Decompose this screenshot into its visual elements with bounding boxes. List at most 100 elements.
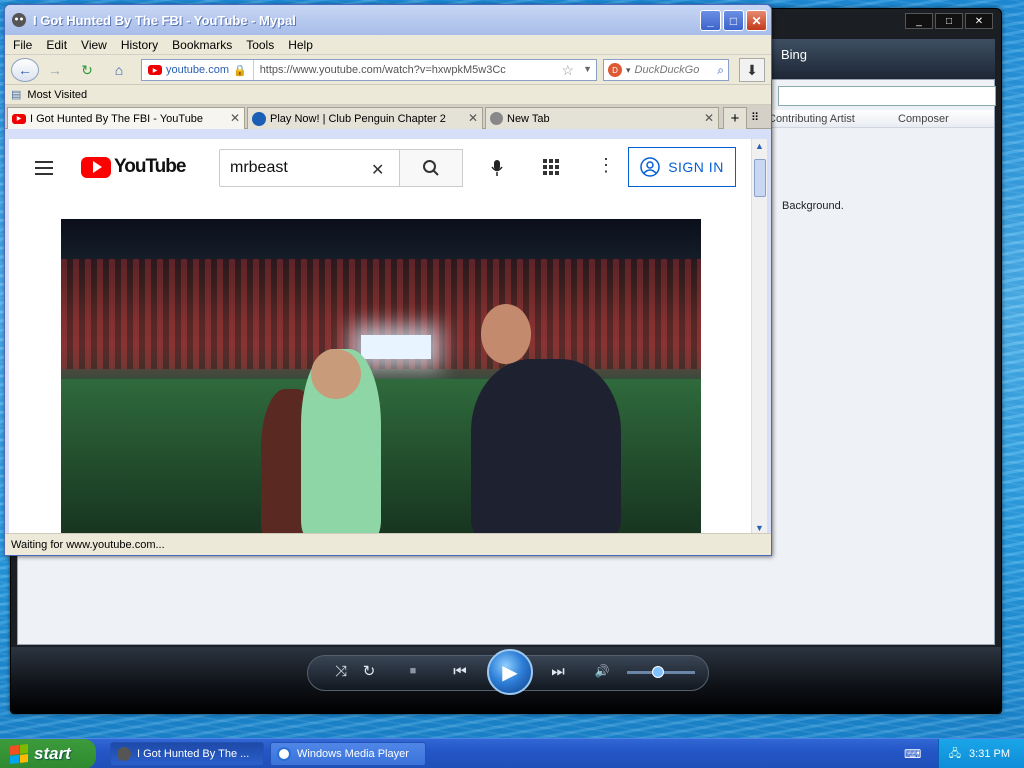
youtube-favicon-icon: ▶ [148,65,162,75]
forward-arrow-icon[interactable]: → [43,58,67,82]
youtube-search-button[interactable] [399,149,463,187]
stadium-screen [361,335,431,359]
microphone-icon[interactable] [482,153,512,183]
tab-new-tab[interactable]: New Tab ✕ [485,107,719,129]
youtube-favicon-icon: ▶ [12,113,26,124]
wmp-search-input[interactable] [778,86,996,106]
duckduckgo-icon[interactable]: D [608,63,622,77]
account-icon [640,157,660,177]
taskbar-item-browser[interactable]: I Got Hunted By The ... [110,742,264,766]
tab-club-penguin[interactable]: Play Now! | Club Penguin Chapter 2 ✕ [247,107,483,129]
apps-grid-icon[interactable] [543,159,559,175]
home-icon[interactable]: ⌂ [107,58,131,82]
stop-icon[interactable]: ■ [401,659,425,683]
window-title: I Got Hunted By The FBI - YouTube - Mypa… [33,12,296,28]
url-text[interactable]: https://www.youtube.com/watch?v=hxwpkM5w… [260,64,506,76]
clock[interactable]: 3:31 PM [969,748,1010,760]
windows-logo-icon [10,744,28,764]
menu-view[interactable]: View [81,38,107,52]
youtube-header: YouTube mrbeast ✕ ⋮ SIGN IN [9,139,753,197]
start-label: start [34,744,71,763]
tab-list-icon[interactable]: ⠿ [751,111,759,124]
globe-favicon-icon [490,112,503,125]
menu-edit[interactable]: Edit [46,38,67,52]
status-bar: Waiting for www.youtube.com... [5,533,771,555]
wmp-info-text: Background. [782,200,844,212]
column-composer[interactable]: Composer [898,113,949,125]
menu-file[interactable]: File [13,38,32,52]
scrollbar-thumb[interactable] [754,159,766,197]
wmp-close-button[interactable]: ✕ [965,13,993,29]
menu-tools[interactable]: Tools [246,38,274,52]
media-player-icon [277,747,291,761]
vertical-scrollbar[interactable]: ▲ ▼ [751,139,767,535]
volume-icon[interactable]: 🔊 [591,659,613,683]
next-icon[interactable]: ⏭ [541,659,575,683]
tab-label: Play Now! | Club Penguin Chapter 2 [270,112,446,125]
downloads-icon[interactable]: ⬇ [739,58,765,82]
search-engine-box[interactable]: D ▾ DuckDuckGo ⌕ [603,59,729,81]
search-icon[interactable]: ⌕ [717,63,724,78]
dropdown-arrow-icon[interactable]: ▼ [583,64,592,74]
new-tab-plus-icon[interactable]: + [723,107,747,129]
sign-in-button[interactable]: SIGN IN [628,147,736,187]
menu-help[interactable]: Help [288,38,313,52]
navigation-toolbar: ← → ↻ ⌂ ▶ youtube.com 🔒 https://www.yout… [5,55,771,85]
volume-slider-handle[interactable] [651,666,664,678]
wmp-controls-bar: ⤨ ↻ ■ ⏮ ▶ ⏭ 🔊 [11,647,1001,713]
menu-bar: File Edit View History Bookmarks Tools H… [5,35,771,55]
taskbar-item-label: Windows Media Player [297,748,409,760]
tab-close-icon[interactable]: ✕ [468,111,478,125]
youtube-play-logo-icon [81,156,111,178]
menu-bookmarks[interactable]: Bookmarks [172,38,232,52]
play-button[interactable]: ▶ [487,649,533,695]
bookmarks-toolbar: ▤ Most Visited [5,85,771,105]
browser-titlebar[interactable]: I Got Hunted By The FBI - YouTube - Mypa… [5,5,771,35]
tab-close-icon[interactable]: ✕ [704,111,714,125]
maximize-button[interactable]: □ [723,10,744,31]
minimize-button[interactable]: _ [700,10,721,31]
site-identity-button[interactable]: ▶ youtube.com 🔒 [142,60,254,80]
person-figure [471,359,621,535]
search-placeholder: DuckDuckGo [634,64,700,76]
youtube-logo[interactable]: YouTube [81,156,186,178]
menu-history[interactable]: History [121,38,158,52]
tab-strip: ▶ I Got Hunted By The FBI - YouTube ✕ Pl… [5,105,771,129]
tab-youtube[interactable]: ▶ I Got Hunted By The FBI - YouTube ✕ [7,107,245,129]
lock-icon: 🔒 [232,64,247,77]
video-player[interactable] [61,219,701,535]
taskbar-item-label: I Got Hunted By The ... [137,748,250,760]
repeat-icon[interactable]: ↻ [357,659,381,683]
bookmark-star-icon[interactable]: ☆ [561,62,574,79]
previous-icon[interactable]: ⏮ [443,659,477,683]
wmp-maximize-button[interactable]: □ [935,13,963,29]
wmp-minimize-button[interactable]: _ [905,13,933,29]
network-icon[interactable]: 🖧 [949,745,961,764]
search-engine-dropdown-icon[interactable]: ▾ [626,65,631,76]
scroll-up-icon[interactable]: ▲ [755,141,764,151]
bookmarks-folder-icon: ▤ [11,89,22,101]
bookmark-most-visited[interactable]: Most Visited [27,89,87,101]
site-identity-label: youtube.com [166,64,229,76]
status-text: Waiting for www.youtube.com... [11,538,165,551]
taskbar-item-media-player[interactable]: Windows Media Player [270,742,426,766]
close-button[interactable]: ✕ [746,10,767,31]
browser-window[interactable]: I Got Hunted By The FBI - YouTube - Mypa… [4,4,772,556]
keyboard-icon[interactable]: ⌨ [904,747,921,761]
person-head [481,304,531,364]
shuffle-icon[interactable]: ⤨ [329,659,353,683]
reload-icon[interactable]: ↻ [75,58,99,82]
back-arrow-icon[interactable]: ← [11,58,39,82]
tab-close-icon[interactable]: ✕ [230,111,240,125]
start-button[interactable]: start [0,739,96,768]
address-bar[interactable]: ▶ youtube.com 🔒 https://www.youtube.com/… [141,59,597,81]
clear-search-icon[interactable]: ✕ [371,160,384,180]
column-contributing-artist[interactable]: Contributing Artist [768,113,855,125]
hamburger-menu-icon[interactable] [35,161,53,179]
search-icon [423,160,439,176]
person-head [311,349,361,399]
wmp-tab-bing[interactable]: Bing [781,47,807,62]
scroll-down-icon[interactable]: ▼ [755,523,764,533]
sign-in-label: SIGN IN [668,159,724,175]
more-options-icon[interactable]: ⋮ [597,155,615,176]
